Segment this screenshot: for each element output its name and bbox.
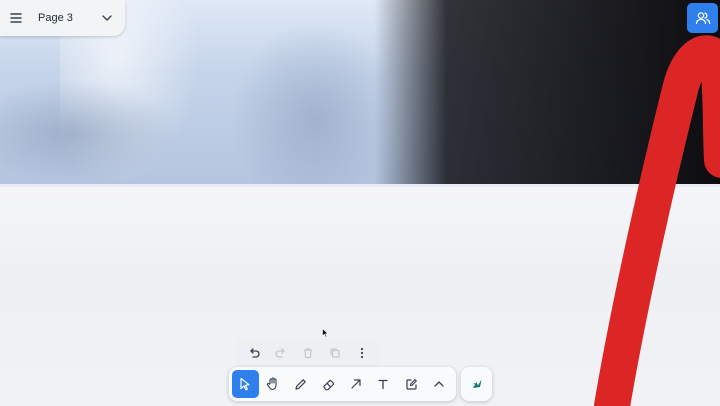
hamburger-icon bbox=[10, 13, 22, 23]
page-menu: Page 3 bbox=[0, 0, 125, 36]
eraser-icon bbox=[322, 378, 335, 391]
chevron-down-icon bbox=[102, 15, 112, 21]
chevron-up-icon bbox=[434, 381, 444, 387]
text-tool[interactable] bbox=[370, 370, 397, 398]
undo-icon bbox=[248, 347, 260, 359]
helper-button[interactable] bbox=[461, 367, 492, 401]
arrow-tool[interactable] bbox=[343, 370, 370, 398]
main-toolbar bbox=[229, 367, 456, 401]
mouse-cursor-icon bbox=[322, 328, 329, 338]
actions-bar bbox=[236, 339, 380, 367]
pointer-icon bbox=[239, 377, 251, 391]
trash-icon bbox=[302, 347, 314, 359]
arrow-icon bbox=[350, 378, 362, 390]
eraser-tool[interactable] bbox=[315, 370, 342, 398]
page-name[interactable]: Page 3 bbox=[38, 12, 95, 24]
helper-icon bbox=[470, 377, 484, 391]
main-menu-button[interactable] bbox=[0, 0, 32, 36]
duplicate-icon bbox=[329, 347, 341, 359]
undo-button[interactable] bbox=[242, 341, 266, 365]
page-dropdown-button[interactable] bbox=[95, 0, 119, 36]
select-tool[interactable] bbox=[232, 370, 259, 398]
share-button[interactable] bbox=[687, 3, 718, 33]
duplicate-button[interactable] bbox=[323, 341, 347, 365]
more-tools-button[interactable] bbox=[425, 370, 452, 398]
delete-button[interactable] bbox=[296, 341, 320, 365]
more-vertical-icon bbox=[360, 347, 364, 359]
note-icon bbox=[405, 378, 418, 391]
pencil-icon bbox=[294, 378, 307, 391]
redo-button[interactable] bbox=[269, 341, 293, 365]
hand-icon bbox=[266, 377, 280, 391]
note-tool[interactable] bbox=[398, 370, 425, 398]
text-icon bbox=[377, 378, 389, 390]
redo-icon bbox=[275, 347, 287, 359]
draw-tool[interactable] bbox=[287, 370, 314, 398]
hand-tool[interactable] bbox=[260, 370, 287, 398]
people-icon bbox=[695, 11, 711, 25]
more-actions-button[interactable] bbox=[350, 341, 374, 365]
